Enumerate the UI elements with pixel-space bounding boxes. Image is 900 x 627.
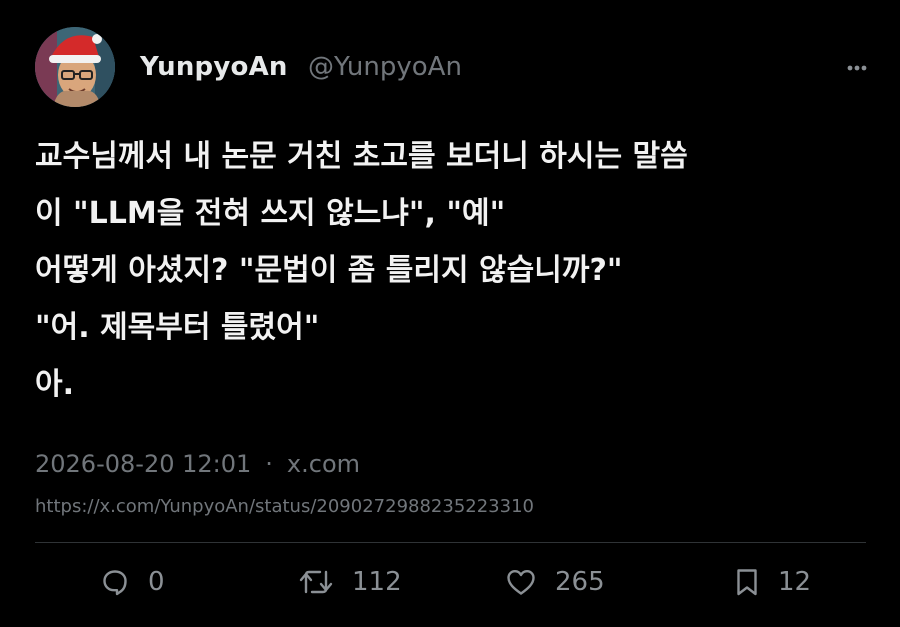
tweet-url[interactable]: https://x.com/YunpyoAn/status/2090272988… bbox=[35, 496, 534, 517]
divider bbox=[35, 542, 866, 543]
author-display-name[interactable]: YunpyoAn bbox=[140, 52, 288, 82]
tweet-timestamp[interactable]: 2026-08-20 12:01 bbox=[35, 450, 251, 478]
reply-bubble-icon bbox=[103, 570, 127, 596]
bookmark-count: 12 bbox=[778, 567, 812, 597]
more-options-button[interactable] bbox=[842, 58, 872, 78]
reply-count: 0 bbox=[148, 567, 165, 597]
more-horizontal-icon bbox=[847, 65, 867, 71]
reply-button[interactable]: 0 bbox=[100, 564, 165, 600]
tweet-source-link[interactable]: x.com bbox=[287, 450, 360, 478]
tweet-text: 교수님께서 내 논문 거친 초고를 보더니 하시는 말씀 이 "LLM을 전혀 … bbox=[35, 139, 688, 402]
like-count: 265 bbox=[555, 567, 605, 597]
tweet-meta: 2026-08-20 12:01 · x.com bbox=[35, 450, 360, 478]
like-button[interactable]: 265 bbox=[505, 564, 605, 600]
meta-separator: · bbox=[265, 450, 273, 478]
avatar[interactable] bbox=[35, 27, 115, 107]
author-handle[interactable]: @YunpyoAn bbox=[308, 52, 462, 82]
tweet-card: YunpyoAn @YunpyoAn 교수님께서 내 논문 거친 초고를 보더니… bbox=[0, 0, 900, 627]
retweet-button[interactable]: 112 bbox=[298, 564, 402, 600]
retweet-count: 112 bbox=[352, 567, 402, 597]
bookmark-icon bbox=[737, 569, 757, 596]
avatar-image bbox=[35, 27, 115, 107]
heart-icon bbox=[507, 570, 535, 595]
retweet-icon bbox=[299, 570, 333, 594]
bookmark-button[interactable]: 12 bbox=[734, 564, 811, 600]
